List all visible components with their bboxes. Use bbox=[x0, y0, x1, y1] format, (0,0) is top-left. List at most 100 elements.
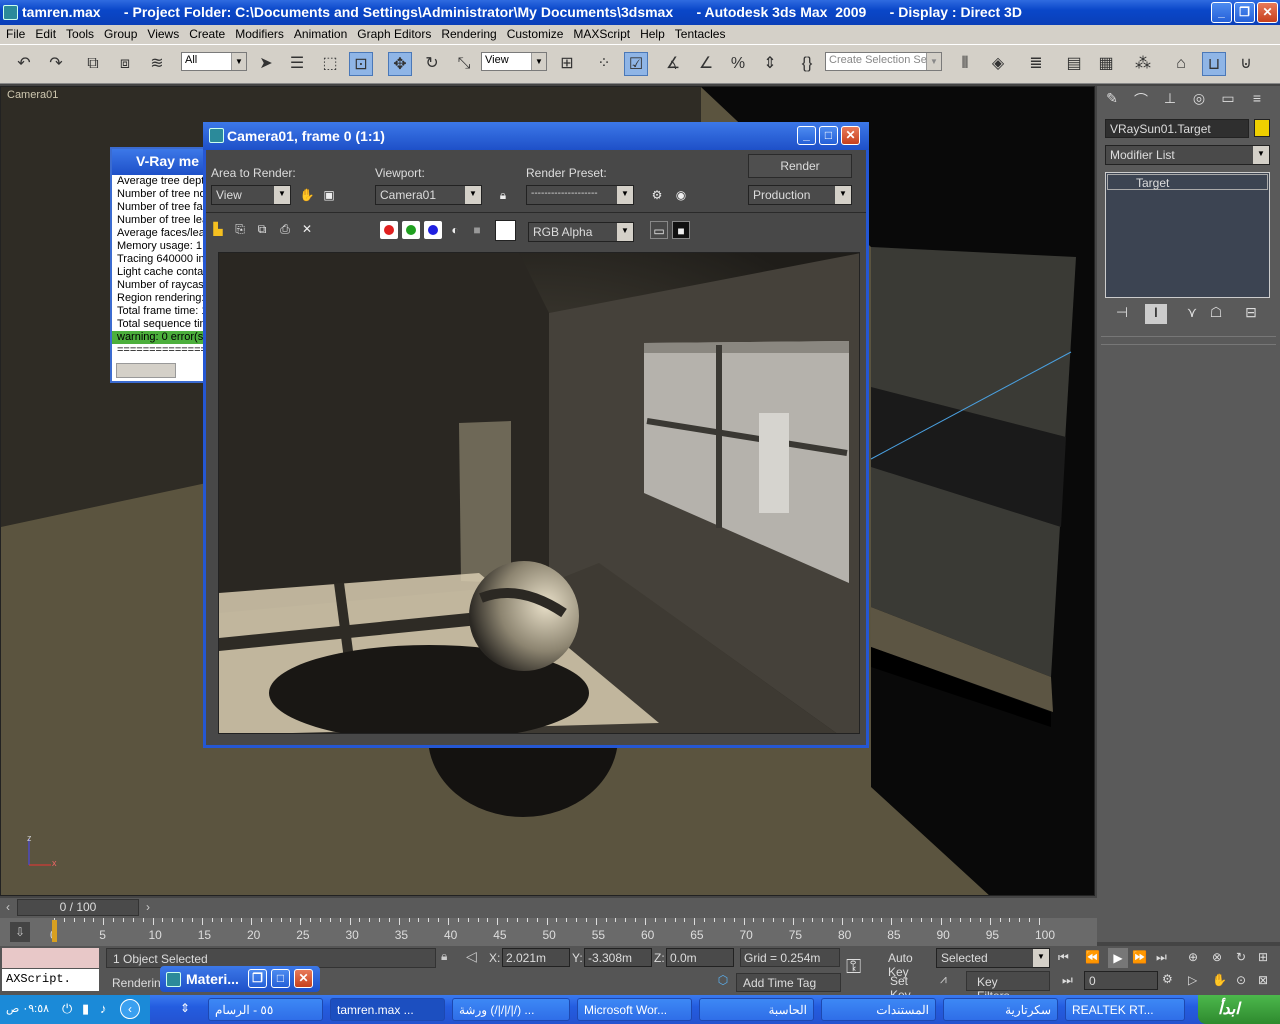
task-word[interactable]: Microsoft Wor... bbox=[577, 998, 692, 1021]
lock-selection-icon[interactable]: 🔒︎ bbox=[441, 949, 447, 964]
render-minimize-button[interactable]: _ bbox=[797, 126, 816, 145]
print-image-icon[interactable]: ⎙ bbox=[276, 220, 294, 238]
menu-graph-editors[interactable]: Graph Editors bbox=[351, 25, 435, 41]
menu-customize[interactable]: Customize bbox=[501, 25, 568, 41]
area-to-render-dropdown[interactable]: View ▼ bbox=[211, 185, 291, 205]
menu-help[interactable]: Help bbox=[634, 25, 669, 41]
task-paint[interactable]: ٥٥ - الرسام bbox=[208, 998, 323, 1021]
mat-close-button[interactable]: ✕ bbox=[294, 969, 313, 988]
maxscript-listener-pink[interactable] bbox=[2, 948, 99, 968]
layer-manager-icon[interactable]: ≣ bbox=[1024, 52, 1048, 76]
toggle-ui-icon[interactable]: ■ bbox=[672, 221, 690, 239]
menu-animation[interactable]: Animation bbox=[288, 25, 351, 41]
rendered-frame-window-icon[interactable]: ⊔ bbox=[1202, 52, 1226, 76]
menu-views[interactable]: Views bbox=[141, 25, 183, 41]
percent-snap-icon[interactable]: % bbox=[726, 52, 750, 76]
task-workshop[interactable]: ورشة (/|/|/|/) ... bbox=[452, 998, 570, 1021]
goto-start-icon[interactable]: ⏮ bbox=[1058, 950, 1069, 965]
zoom-icon[interactable]: ⊕ bbox=[1188, 950, 1198, 964]
x-coordinate-field[interactable]: 2.021m bbox=[502, 948, 570, 967]
monochrome-icon[interactable]: ■ bbox=[468, 221, 486, 239]
show-end-result-icon[interactable]: I bbox=[1145, 304, 1167, 324]
remove-modifier-icon[interactable]: ☖ bbox=[1205, 304, 1227, 324]
menu-edit[interactable]: Edit bbox=[29, 25, 60, 41]
render-button[interactable]: Render bbox=[748, 154, 852, 178]
goto-end-icon[interactable]: ⏭ bbox=[1156, 950, 1167, 965]
render-setup-icon[interactable]: ⌂ bbox=[1169, 52, 1193, 76]
utilities-tab-icon[interactable]: ≡ bbox=[1246, 90, 1268, 110]
log-scrollbar[interactable] bbox=[116, 363, 176, 378]
hierarchy-tab-icon[interactable]: ⊥ bbox=[1159, 90, 1181, 110]
curve-editor-icon[interactable]: ▤ bbox=[1062, 52, 1086, 76]
red-channel-icon[interactable] bbox=[380, 221, 398, 239]
task-documents[interactable]: المستندات bbox=[821, 998, 936, 1021]
key-mode-dropdown[interactable]: Selected ▼ bbox=[936, 948, 1050, 968]
redo-icon[interactable]: ↷ bbox=[44, 52, 68, 76]
close-button[interactable]: ✕ bbox=[1257, 2, 1278, 23]
stack-item-target[interactable]: Target bbox=[1107, 174, 1268, 190]
roll-icon[interactable]: ⊠ bbox=[1258, 973, 1268, 987]
angle-snap-icon[interactable]: ∠ bbox=[694, 52, 718, 76]
task-calculator[interactable]: الحاسبة bbox=[699, 998, 814, 1021]
next-frame-arrow[interactable]: › bbox=[140, 900, 156, 915]
absolute-mode-icon[interactable]: ◁ bbox=[466, 948, 477, 965]
unlink-icon[interactable]: ⧈ bbox=[113, 52, 137, 76]
task-3dsmax[interactable]: tamren.max ... bbox=[330, 998, 445, 1021]
material-editor-minimized[interactable]: Materi... ❐ □ ✕ bbox=[160, 966, 320, 992]
toggle-ui-overlays-icon[interactable]: ▭ bbox=[650, 221, 668, 239]
menu-maxscript[interactable]: MAXScript bbox=[567, 25, 634, 41]
render-preset-dropdown[interactable]: -------------------- ▼ bbox=[526, 185, 634, 205]
render-window-titlebar[interactable]: Camera01, frame 0 (1:1) _ □ ✕ bbox=[203, 122, 869, 150]
display-channel-dropdown[interactable]: RGB Alpha ▼ bbox=[528, 222, 634, 242]
display-tab-icon[interactable]: ▭ bbox=[1217, 90, 1239, 110]
mirror-icon[interactable]: ⫴ bbox=[953, 52, 977, 76]
pivot-center-icon[interactable]: ⊞ bbox=[555, 52, 579, 76]
select-object-icon[interactable]: ➤ bbox=[254, 52, 278, 76]
align-icon[interactable]: ◈ bbox=[986, 52, 1010, 76]
set-key-button[interactable]: Set Key bbox=[884, 971, 934, 1002]
clock[interactable]: ٠٩:٥٨ ص bbox=[6, 1002, 49, 1015]
mat-maximize-button[interactable]: □ bbox=[271, 969, 290, 988]
alpha-channel-icon[interactable]: ◐ bbox=[446, 221, 464, 239]
network-icon[interactable]: ⏻ bbox=[62, 1001, 72, 1017]
next-key-icon[interactable]: ⏩ bbox=[1132, 950, 1147, 964]
green-channel-icon[interactable] bbox=[402, 221, 420, 239]
track-bar-icon[interactable]: ⇩ bbox=[10, 922, 30, 942]
object-color-swatch[interactable] bbox=[1254, 119, 1270, 137]
edit-named-sets-icon[interactable]: {} bbox=[795, 52, 819, 76]
menu-modifiers[interactable]: Modifiers bbox=[229, 25, 288, 41]
manipulate-icon[interactable]: ⁘ bbox=[592, 52, 616, 76]
bind-spacewarp-icon[interactable]: ≋ bbox=[145, 52, 169, 76]
clear-image-icon[interactable]: ✕ bbox=[298, 220, 316, 238]
viewport-label[interactable]: Camera01 bbox=[7, 89, 58, 101]
move-icon[interactable]: ✥ bbox=[388, 52, 412, 76]
rect-selection-icon[interactable]: ⬚ bbox=[318, 52, 342, 76]
rotate-icon[interactable]: ↻ bbox=[420, 52, 444, 76]
material-editor-icon[interactable]: ⁂ bbox=[1131, 52, 1155, 76]
key-filters-button[interactable]: Key Filters... bbox=[966, 971, 1050, 1003]
key-mode-toggle-icon[interactable]: ⏭ bbox=[1062, 973, 1073, 988]
maximize-viewport-icon[interactable]: ⊞ bbox=[1258, 950, 1268, 964]
default-tangent-icon[interactable]: ⩘ bbox=[940, 972, 947, 987]
volume-icon[interactable]: ♪ bbox=[100, 1001, 107, 1016]
zoom-all-icon[interactable]: ⊗ bbox=[1212, 950, 1222, 964]
app-icon[interactable] bbox=[3, 5, 18, 20]
configure-sets-icon[interactable]: ⊟ bbox=[1240, 304, 1262, 324]
prev-frame-arrow[interactable]: ‹ bbox=[0, 900, 16, 915]
walk-through-icon[interactable]: ⊙ bbox=[1236, 973, 1246, 987]
scale-icon[interactable]: ⤡ bbox=[452, 52, 476, 76]
spinner-snap-icon[interactable]: ⇕ bbox=[758, 52, 782, 76]
modifier-list-dropdown[interactable]: Modifier List ▼ bbox=[1105, 145, 1270, 165]
menu-group[interactable]: Group bbox=[98, 25, 141, 41]
schematic-view-icon[interactable]: ▦ bbox=[1094, 52, 1118, 76]
task-secretary[interactable]: سكرتارية bbox=[943, 998, 1058, 1021]
lock-viewport-icon[interactable]: 🔒︎ bbox=[494, 186, 512, 204]
hand-pan-icon[interactable]: ✋ bbox=[298, 186, 316, 204]
object-name-field[interactable]: VRaySun01.Target bbox=[1105, 119, 1249, 138]
window-crossing-icon[interactable]: ⊡ bbox=[349, 52, 373, 76]
quicklaunch-arrow-icon[interactable]: ⇕ bbox=[180, 1001, 190, 1015]
create-tab-icon[interactable]: ✎ bbox=[1101, 90, 1123, 110]
auto-key-button[interactable]: Auto Key bbox=[884, 948, 934, 979]
select-by-name-icon[interactable]: ☰ bbox=[285, 52, 309, 76]
selection-set-dropdown[interactable]: Create Selection Set ▼ bbox=[825, 52, 942, 71]
